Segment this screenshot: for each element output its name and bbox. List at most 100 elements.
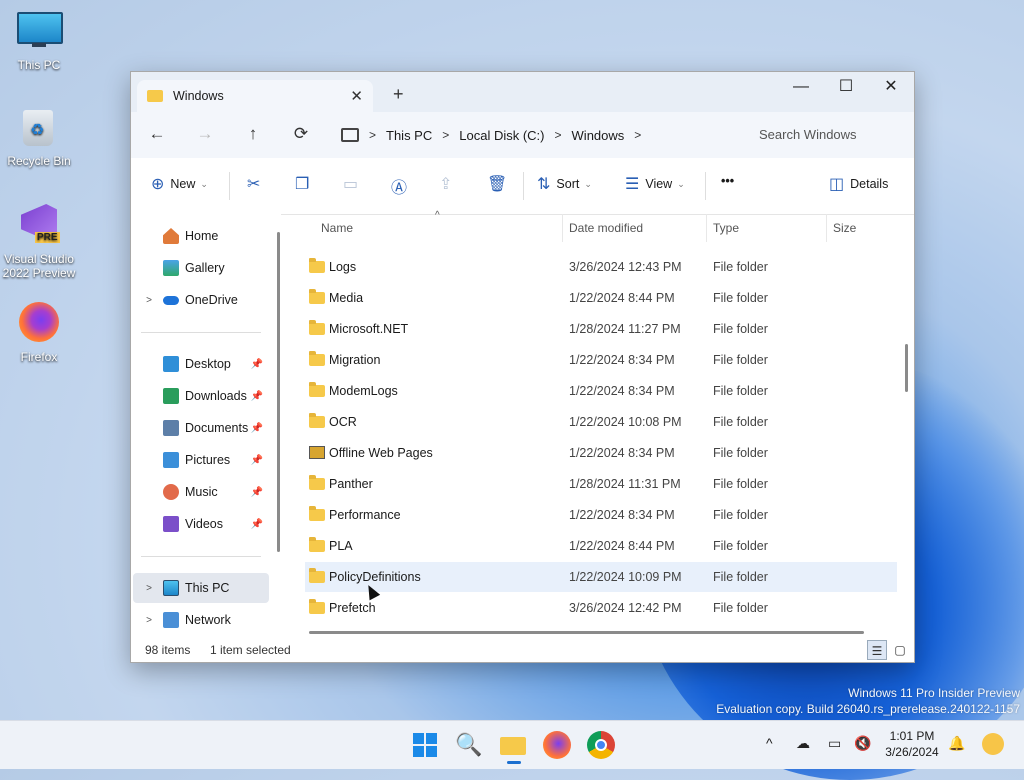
nav-item-desktop[interactable]: Desktop 📌 xyxy=(133,349,269,379)
table-row[interactable]: Offline Web Pages 1/22/2024 8:34 PM File f… xyxy=(305,438,897,468)
onedrive-offline-icon[interactable]: ☁ xyxy=(796,735,810,752)
table-row[interactable]: PLA 1/22/2024 8:44 PM File folder xyxy=(305,531,897,561)
nav-pane-scrollbar[interactable] xyxy=(277,232,280,552)
chevron-right-icon[interactable]: > xyxy=(141,583,157,594)
search-icon[interactable]: 🔍 xyxy=(455,731,483,759)
horizontal-scrollbar-thumb[interactable] xyxy=(309,631,864,634)
nav-item-home[interactable]: Home xyxy=(133,221,269,251)
nav-item-network[interactable]: > Network xyxy=(133,605,269,635)
column-header-size[interactable]: Size xyxy=(833,221,856,235)
column-header-name[interactable]: Name xyxy=(321,221,353,235)
chevron-right-icon[interactable]: > xyxy=(634,128,641,142)
file-date: 1/22/2024 10:09 PM xyxy=(569,570,682,584)
rename-button[interactable]: Ⓐ xyxy=(391,174,413,198)
copy-button[interactable]: ❐ xyxy=(295,174,315,194)
desktop-icon-visual-studio[interactable]: PRE Visual Studio 2022 Preview xyxy=(1,204,77,280)
nav-item-gallery[interactable]: Gallery xyxy=(133,253,269,283)
pin-icon[interactable]: 📌 xyxy=(251,519,263,530)
column-header-type[interactable]: Type xyxy=(713,221,739,235)
share-button[interactable]: ⇪ xyxy=(439,174,458,194)
chevron-right-icon[interactable]: > xyxy=(141,295,157,306)
tiles-view-icon[interactable]: ▢ xyxy=(890,640,910,660)
view-label: View xyxy=(645,177,673,191)
refresh-button[interactable]: ⟳ xyxy=(290,124,312,144)
breadcrumb-this-pc[interactable]: This PC xyxy=(386,128,432,143)
forward-button[interactable]: → xyxy=(194,124,216,144)
display-icon[interactable]: ▭ xyxy=(828,735,841,752)
nav-item-downloads[interactable]: Downloads 📌 xyxy=(133,381,269,411)
minimize-button[interactable]: — xyxy=(778,72,824,104)
new-tab-button[interactable]: + xyxy=(393,84,404,105)
up-button[interactable]: ↑ xyxy=(242,124,264,144)
volume-muted-icon[interactable]: 🔇 xyxy=(854,735,871,752)
cut-button[interactable]: ✂ xyxy=(247,174,266,194)
insider-pre-icon[interactable] xyxy=(982,733,1004,755)
more-options-button[interactable]: ••• xyxy=(721,174,734,188)
notification-bell-icon[interactable]: 🔔 xyxy=(948,735,965,752)
address-bar[interactable]: > This PC > Local Disk (C:) > Windows > xyxy=(337,118,733,152)
desktop-icon-firefox[interactable]: Firefox xyxy=(1,302,77,364)
search-input[interactable]: Search Windows xyxy=(741,118,914,152)
column-header-date[interactable]: Date modified xyxy=(569,221,643,235)
nav-item-documents[interactable]: Documents 📌 xyxy=(133,413,269,443)
sort-button[interactable]: ⇅ Sort ⌄ xyxy=(537,174,592,194)
file-date: 1/22/2024 8:34 PM xyxy=(569,446,675,460)
delete-button[interactable]: 🗑 xyxy=(487,174,513,194)
command-bar: ⊕ New ⌄ ✂ ❐ ▭ Ⓐ ⇪ 🗑 ⇅ Sort ⌄ ☰ View ⌄ ••… xyxy=(131,158,914,215)
table-row[interactable]: Prefetch 3/26/2024 12:42 PM File folder xyxy=(305,593,897,623)
nav-label: Documents xyxy=(185,421,249,435)
close-tab-icon[interactable]: ✕ xyxy=(350,87,363,105)
close-window-button[interactable]: ✕ xyxy=(868,72,914,104)
desktop-icon-label: This PC xyxy=(17,58,61,72)
chevron-right-icon: > xyxy=(442,128,450,142)
toolbar-divider xyxy=(229,172,230,200)
table-row[interactable]: Logs 3/26/2024 12:43 PM File folder xyxy=(305,252,897,282)
tab-windows[interactable]: Windows ✕ xyxy=(137,80,373,112)
clock[interactable]: 1:01 PM 3/26/2024 xyxy=(880,728,944,760)
start-button[interactable] xyxy=(411,731,439,759)
chevron-right-icon[interactable]: > xyxy=(141,615,157,626)
breadcrumb-windows[interactable]: Windows xyxy=(572,128,625,143)
desktop-icon-this-pc[interactable]: This PC xyxy=(1,10,77,72)
file-type: File folder xyxy=(713,415,768,429)
breadcrumb-local-disk[interactable]: Local Disk (C:) xyxy=(459,128,544,143)
chevron-up-icon[interactable]: ^ xyxy=(766,735,773,751)
chrome-taskbar-icon[interactable] xyxy=(587,731,615,759)
table-row[interactable]: Panther 1/28/2024 11:31 PM File folder xyxy=(305,469,897,499)
nav-item-this-pc[interactable]: > This PC xyxy=(133,573,269,603)
nav-item-pictures[interactable]: Pictures 📌 xyxy=(133,445,269,475)
pin-icon[interactable]: 📌 xyxy=(251,455,263,466)
file-explorer-taskbar-icon[interactable] xyxy=(499,731,527,764)
table-row[interactable]: Performance 1/22/2024 8:34 PM File folder xyxy=(305,500,897,530)
pin-icon[interactable]: 📌 xyxy=(251,487,263,498)
pin-icon[interactable]: 📌 xyxy=(251,359,263,370)
table-row[interactable]: PolicyDefinitions 1/22/2024 10:09 PM File … xyxy=(305,562,897,592)
home-icon xyxy=(163,228,179,244)
video-icon xyxy=(163,516,179,532)
details-view-icon[interactable]: ☰ xyxy=(867,640,887,660)
nav-item-onedrive[interactable]: > OneDrive xyxy=(133,285,269,315)
table-row[interactable]: OCR 1/22/2024 10:08 PM File folder xyxy=(305,407,897,437)
pin-icon[interactable]: 📌 xyxy=(251,391,263,402)
maximize-button[interactable]: ☐ xyxy=(823,72,869,104)
nav-item-music[interactable]: Music 📌 xyxy=(133,477,269,507)
details-button[interactable]: ◫ Details xyxy=(829,174,888,194)
desktop-icon-label: Firefox xyxy=(20,350,58,364)
vertical-scrollbar-thumb[interactable] xyxy=(905,344,908,392)
document-icon xyxy=(163,420,179,436)
desktop-icon-recycle-bin[interactable]: ♻ Recycle Bin xyxy=(1,106,77,168)
firefox-taskbar-icon[interactable] xyxy=(543,731,571,759)
table-row[interactable]: Migration 1/22/2024 8:34 PM File folder xyxy=(305,345,897,375)
view-button[interactable]: ☰ View ⌄ xyxy=(625,174,685,194)
back-button[interactable]: ← xyxy=(146,124,168,144)
chevron-right-icon: > xyxy=(369,128,377,142)
pin-icon[interactable]: 📌 xyxy=(251,423,263,434)
paste-button[interactable]: ▭ xyxy=(343,174,364,194)
table-row[interactable]: Microsoft.NET 1/28/2024 11:27 PM File fold… xyxy=(305,314,897,344)
table-row[interactable]: Media 1/22/2024 8:44 PM File folder xyxy=(305,283,897,313)
nav-label: Pictures xyxy=(185,453,231,467)
new-button[interactable]: ⊕ New ⌄ xyxy=(151,174,208,194)
nav-item-videos[interactable]: Videos 📌 xyxy=(133,509,269,539)
table-row[interactable]: ModemLogs 1/22/2024 8:34 PM File folder xyxy=(305,376,897,406)
chevron-down-icon: ⌄ xyxy=(677,178,685,189)
